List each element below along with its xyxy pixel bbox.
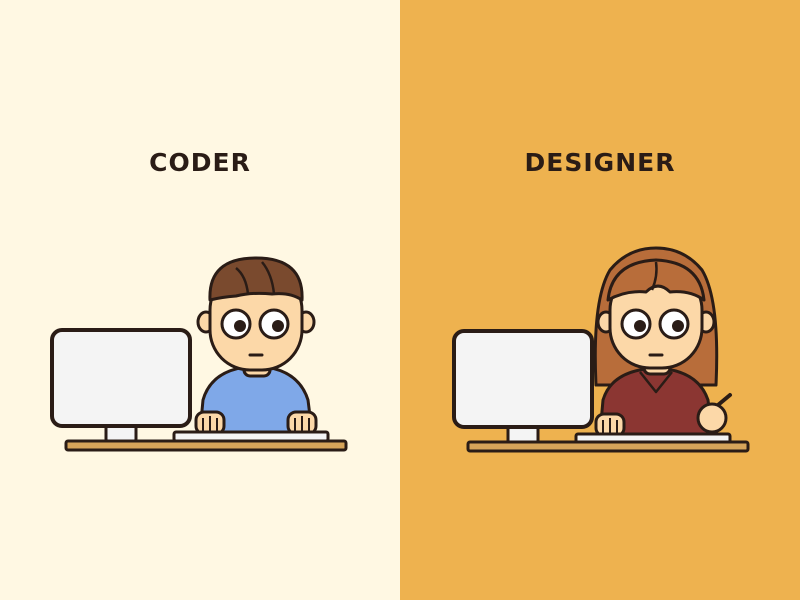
coder-illustration xyxy=(50,256,348,452)
designer-monitor-icon xyxy=(452,329,594,446)
designer-illustration xyxy=(452,246,750,453)
designer-person-icon xyxy=(593,246,719,438)
designer-panel: DESIGNER xyxy=(400,0,800,600)
coder-monitor-icon xyxy=(50,328,192,444)
coder-desk-icon xyxy=(64,439,348,452)
coder-person-icon xyxy=(194,256,318,436)
coder-panel: CODER xyxy=(0,0,400,600)
designer-desk-icon xyxy=(466,440,750,453)
